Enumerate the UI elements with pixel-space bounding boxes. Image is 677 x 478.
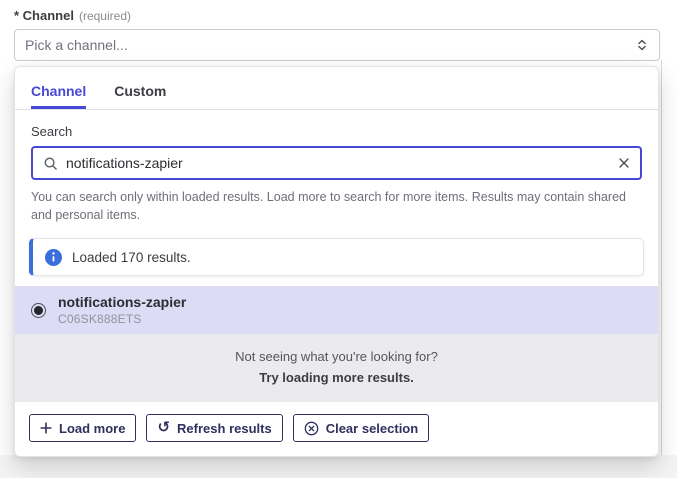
field-label-text: * Channel <box>14 8 74 23</box>
tab-custom-label: Custom <box>114 83 166 99</box>
refresh-results-button[interactable]: ↺ Refresh results <box>146 414 282 442</box>
load-more-prompt-line1: Not seeing what you're looking for? <box>25 349 648 364</box>
channel-dropdown-panel: Channel Custom Search You can search <box>14 66 659 457</box>
chevron-up-down-icon <box>635 38 649 52</box>
search-box <box>31 146 642 180</box>
clear-search-icon[interactable] <box>618 157 630 169</box>
search-help-text: You can search only within loaded result… <box>15 180 658 232</box>
channel-option-row[interactable]: notifications-zapier C06SK888ETS <box>15 286 658 334</box>
clear-selection-button[interactable]: Clear selection <box>293 414 430 442</box>
tab-channel-label: Channel <box>31 83 86 99</box>
channel-id: C06SK888ETS <box>58 312 186 326</box>
search-label: Search <box>31 124 642 139</box>
load-more-prompt: Not seeing what you're looking for? Try … <box>15 334 658 402</box>
load-more-button[interactable]: Load more <box>29 414 136 442</box>
field-required-hint: (required) <box>79 9 131 23</box>
load-more-prompt-line2: Try loading more results. <box>25 370 648 385</box>
tab-bar: Channel Custom <box>15 67 658 110</box>
info-banner-wrap: Loaded 170 results. <box>15 232 658 286</box>
radio-selected-icon <box>31 303 46 318</box>
tab-custom[interactable]: Custom <box>114 83 166 109</box>
tab-channel[interactable]: Channel <box>31 83 86 109</box>
channel-name: notifications-zapier <box>58 294 186 310</box>
select-placeholder: Pick a channel... <box>25 37 635 53</box>
form-right-border <box>661 60 662 478</box>
info-icon <box>45 249 62 266</box>
refresh-icon: ↺ <box>157 420 170 435</box>
plus-icon <box>40 422 52 434</box>
info-banner: Loaded 170 results. <box>29 238 644 276</box>
channel-option-texts: notifications-zapier C06SK888ETS <box>58 294 186 326</box>
channel-field-label: * Channel (required) <box>14 8 131 23</box>
channel-select[interactable]: Pick a channel... <box>14 29 660 61</box>
search-input[interactable] <box>66 155 610 171</box>
page-background-strip <box>0 455 677 478</box>
info-banner-text: Loaded 170 results. <box>72 250 191 265</box>
refresh-results-label: Refresh results <box>177 421 272 436</box>
load-more-label: Load more <box>59 421 125 436</box>
x-circle-icon <box>304 421 319 436</box>
action-buttons: Load more ↺ Refresh results Clear select… <box>15 402 658 456</box>
search-section: Search <box>15 110 658 180</box>
search-icon <box>43 156 58 171</box>
clear-selection-label: Clear selection <box>326 421 419 436</box>
